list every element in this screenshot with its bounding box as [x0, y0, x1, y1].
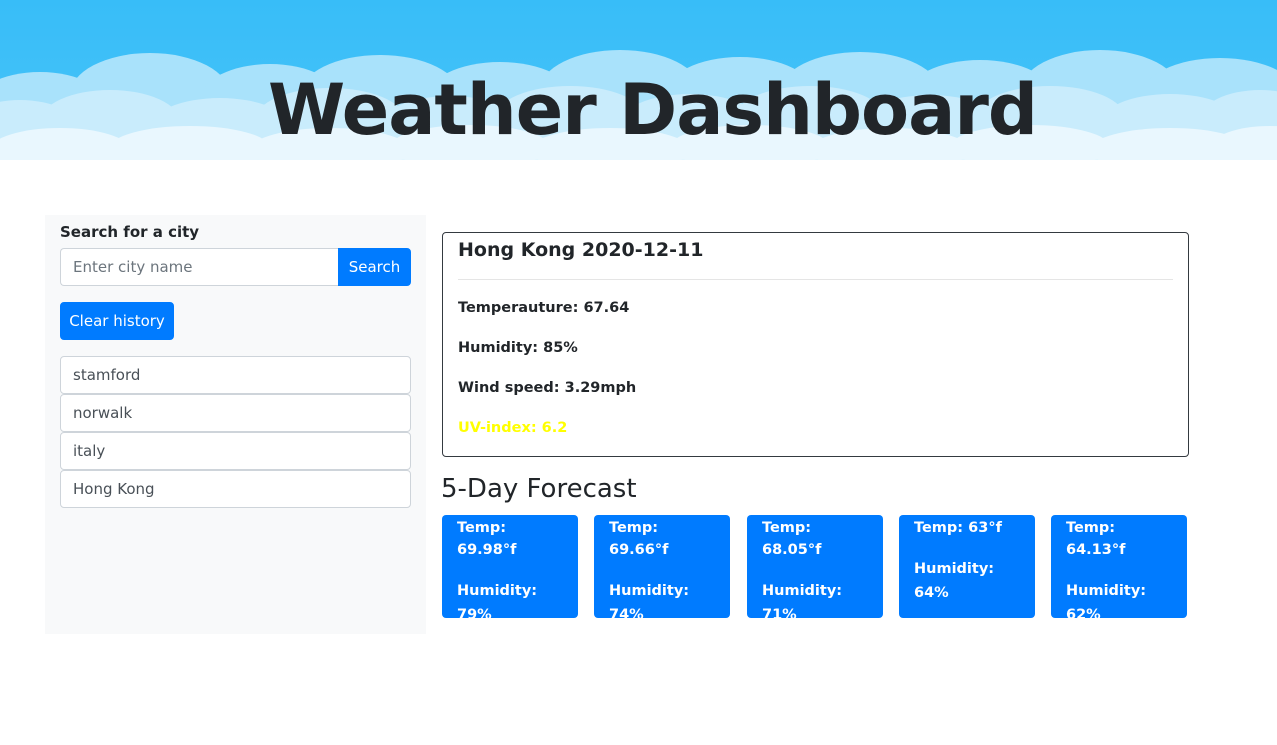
history-item-italy[interactable]: italy — [60, 432, 411, 470]
forecast-humidity-label: Humidity: — [762, 583, 843, 599]
forecast-humidity-label: Humidity: — [914, 561, 995, 577]
search-button[interactable]: Search — [338, 248, 411, 286]
forecast-card-day-3: Temp: 68.05°f Humidity: 71% — [747, 515, 883, 623]
history-item-stamford[interactable]: stamford — [60, 356, 411, 394]
search-label: Search for a city — [60, 223, 200, 241]
search-history-list: stamford norwalk italy Hong Kong — [60, 356, 411, 508]
forecast-temp: Temp: 69.66°f — [609, 520, 669, 558]
forecast-humidity-label: Humidity: — [457, 583, 538, 599]
header-banner: Weather Dashboard — [0, 0, 1277, 170]
forecast-humidity-label: Humidity: — [609, 583, 690, 599]
current-weather-card: Hong Kong 2020-12-11 Temperauture: 67.64… — [442, 232, 1189, 457]
page-title: Weather Dashboard — [268, 69, 1038, 151]
forecast-humidity-value: 64% — [914, 585, 949, 601]
forecast-humidity-value: 74% — [609, 607, 644, 623]
forecast-temp: Temp: 63°f — [914, 520, 1002, 536]
forecast-card-day-5: Temp: 64.13°f Humidity: 62% — [1051, 515, 1187, 623]
forecast-heading: 5-Day Forecast — [441, 474, 637, 504]
history-item-hong-kong[interactable]: Hong Kong — [60, 470, 411, 508]
clear-history-button[interactable]: Clear history — [60, 302, 174, 340]
current-city-date: Hong Kong 2020-12-11 — [458, 239, 704, 261]
current-uv-index: UV-index: 6.2 — [458, 420, 568, 436]
forecast-card-day-2: Temp: 69.66°f Humidity: 74% — [594, 515, 730, 623]
forecast-temp: Temp: 68.05°f — [762, 520, 822, 558]
forecast-card-day-4: Temp: 63°f Humidity: 64% — [899, 515, 1035, 618]
history-item-norwalk[interactable]: norwalk — [60, 394, 411, 432]
forecast-temp: Temp: 64.13°f — [1066, 520, 1126, 558]
forecast-humidity-label: Humidity: — [1066, 583, 1147, 599]
forecast-humidity-value: 71% — [762, 607, 797, 623]
forecast-humidity-value: 79% — [457, 607, 492, 623]
card-divider — [458, 279, 1173, 280]
search-sidebar: Search for a city Search Clear history s… — [45, 215, 426, 634]
current-humidity: Humidity: 85% — [458, 340, 578, 356]
current-wind-speed: Wind speed: 3.29mph — [458, 380, 637, 396]
forecast-card-day-1: Temp: 69.98°f Humidity: 79% — [442, 515, 578, 623]
forecast-temp: Temp: 69.98°f — [457, 520, 517, 558]
current-temperature: Temperauture: 67.64 — [458, 300, 630, 316]
city-search-input[interactable] — [60, 248, 338, 286]
forecast-humidity-value: 62% — [1066, 607, 1101, 623]
